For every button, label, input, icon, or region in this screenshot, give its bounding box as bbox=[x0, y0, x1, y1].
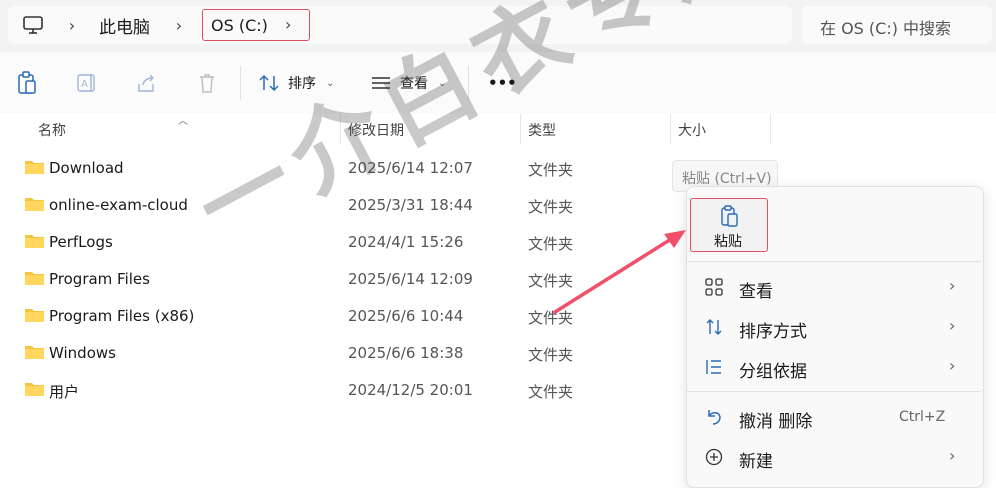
chevron-right-icon: › bbox=[949, 356, 956, 375]
menu-item-view[interactable]: 查看 › bbox=[687, 267, 981, 307]
grid-icon bbox=[705, 278, 723, 296]
chevron-right-icon: › bbox=[949, 316, 956, 335]
table-row[interactable]: Download 2025/6/14 12:07 文件夹 bbox=[0, 150, 990, 187]
file-date: 2025/3/31 18:44 bbox=[348, 196, 473, 214]
column-divider[interactable] bbox=[520, 114, 521, 144]
rename-icon[interactable]: A bbox=[72, 68, 102, 98]
file-date: 2025/6/6 10:44 bbox=[348, 307, 464, 325]
menu-item-label: 排序方式 bbox=[739, 322, 807, 342]
paste-label: 粘贴 bbox=[714, 234, 742, 250]
file-name: Download bbox=[49, 159, 124, 177]
file-date: 2024/12/5 20:01 bbox=[348, 381, 473, 399]
group-icon bbox=[706, 360, 721, 374]
search-placeholder: 在 OS (C:) 中搜索 bbox=[820, 19, 952, 38]
file-name: 用户 bbox=[49, 383, 80, 401]
column-header-name[interactable]: 名称 bbox=[38, 120, 66, 140]
trash-icon[interactable] bbox=[192, 68, 222, 98]
menu-divider bbox=[687, 261, 981, 262]
menu-item-sort-by[interactable]: 排序方式 › bbox=[687, 307, 981, 347]
chevron-right-icon[interactable]: › bbox=[285, 15, 291, 34]
folder-icon bbox=[25, 161, 44, 174]
file-type: 文件夹 bbox=[528, 161, 574, 179]
folder-icon bbox=[25, 346, 44, 359]
menu-item-label: 撤消 删除 bbox=[739, 412, 813, 432]
folder-icon bbox=[25, 272, 44, 285]
share-icon[interactable] bbox=[132, 68, 162, 98]
menu-item-group-by[interactable]: 分组依据 › bbox=[687, 347, 981, 387]
file-date: 2025/6/6 18:38 bbox=[348, 344, 464, 362]
menu-divider bbox=[687, 391, 981, 392]
menu-item-new[interactable]: 新建 › bbox=[687, 437, 981, 477]
folder-icon bbox=[25, 383, 44, 396]
file-date: 2024/4/1 15:26 bbox=[348, 233, 464, 251]
breadcrumb-os-c[interactable]: OS (C:) › bbox=[202, 9, 310, 41]
plus-circle-icon bbox=[705, 448, 723, 466]
menu-item-undo-delete[interactable]: 撤消 删除 Ctrl+Z bbox=[687, 397, 981, 437]
chevron-right-icon[interactable]: › bbox=[173, 15, 185, 35]
svg-text:A: A bbox=[81, 79, 88, 90]
chevron-right-icon: › bbox=[949, 276, 956, 295]
file-type: 文件夹 bbox=[528, 309, 574, 327]
file-type: 文件夹 bbox=[528, 272, 574, 290]
sort-icon bbox=[259, 74, 279, 92]
file-name: PerfLogs bbox=[49, 233, 113, 251]
column-header-type[interactable]: 类型 bbox=[528, 120, 556, 140]
folder-icon bbox=[25, 309, 44, 322]
file-type: 文件夹 bbox=[528, 198, 574, 216]
column-divider[interactable] bbox=[670, 114, 671, 144]
search-input[interactable]: 在 OS (C:) 中搜索 bbox=[802, 6, 992, 44]
toolbar-divider bbox=[240, 66, 241, 100]
sort-icon bbox=[706, 319, 722, 335]
file-name: Windows bbox=[49, 344, 116, 362]
menu-item-label: 分组依据 bbox=[739, 362, 807, 382]
file-name: Program Files bbox=[49, 270, 150, 288]
sort-ascending-icon: ︿ bbox=[178, 116, 188, 127]
file-name: online-exam-cloud bbox=[49, 196, 188, 214]
undo-icon bbox=[708, 410, 721, 425]
paste-button[interactable]: 粘贴 bbox=[690, 198, 768, 252]
chevron-right-icon[interactable]: › bbox=[66, 15, 78, 35]
column-header-size[interactable]: 大小 bbox=[678, 120, 706, 140]
computer-icon[interactable] bbox=[22, 6, 44, 44]
context-menu: 粘贴 查看 › 排序方式 › 分组依据 › 撤消 删除 Ctrl+Z 新建 › bbox=[686, 186, 984, 488]
shortcut-label: Ctrl+Z bbox=[899, 409, 946, 425]
paste-icon bbox=[721, 205, 738, 227]
chevron-right-icon: › bbox=[949, 446, 956, 465]
file-type: 文件夹 bbox=[528, 383, 574, 401]
menu-item-label: 查看 bbox=[739, 282, 773, 302]
file-date: 2025/6/14 12:09 bbox=[348, 270, 473, 288]
breadcrumb-this-pc[interactable]: 此电脑 bbox=[99, 6, 150, 44]
breadcrumb-label: OS (C:) bbox=[211, 16, 268, 35]
file-type: 文件夹 bbox=[528, 235, 574, 253]
column-divider[interactable] bbox=[770, 114, 771, 144]
folder-icon bbox=[25, 198, 44, 211]
file-name: Program Files (x86) bbox=[49, 307, 195, 325]
folder-icon bbox=[25, 235, 44, 248]
tooltip-text: 粘贴 (Ctrl+V) bbox=[682, 171, 772, 187]
clipboard-icon[interactable] bbox=[12, 68, 42, 98]
menu-item-label: 新建 bbox=[739, 452, 773, 472]
file-type: 文件夹 bbox=[528, 346, 574, 364]
